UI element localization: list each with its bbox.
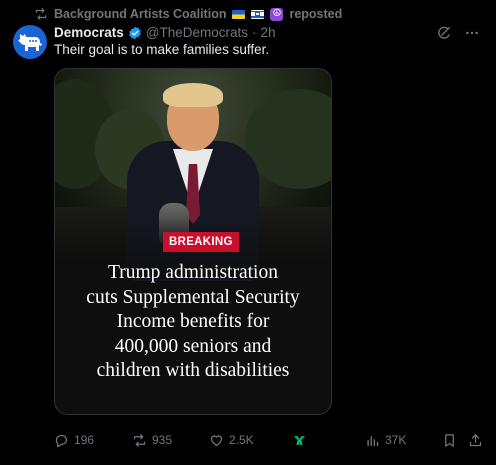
bookmark-icon <box>445 433 454 447</box>
headline-line: children with disabilities <box>96 360 290 381</box>
like-count: 2.5K <box>229 433 254 447</box>
grok-analyze-button[interactable] <box>292 433 307 448</box>
repost-indicator[interactable]: Background Artists Coalition ☮ reposted <box>34 6 342 22</box>
repost-icon <box>133 433 146 447</box>
post-header: Democrats @TheDemocrats · 2h <box>54 25 276 40</box>
handle[interactable]: @TheDemocrats <box>146 25 248 40</box>
headline-line: Trump administration <box>108 262 278 283</box>
grok-icon[interactable] <box>436 25 452 41</box>
repost-count: 935 <box>152 433 173 447</box>
headline-line: 400,000 seniors and <box>114 335 272 357</box>
share-icon <box>469 433 482 446</box>
reposter-name[interactable]: Background Artists Coalition <box>54 7 226 21</box>
heart-icon <box>210 434 223 446</box>
reply-count: 196 <box>74 433 95 447</box>
breaking-badge: BREAKING <box>163 232 239 252</box>
repost-label: reposted <box>289 7 343 21</box>
grok-sparkle-icon <box>293 435 306 445</box>
donkey-logo-icon <box>18 34 42 51</box>
peace-icon: ☮ <box>270 7 284 21</box>
views-button[interactable]: 37K <box>365 433 406 448</box>
share-button[interactable] <box>468 433 483 448</box>
reply-icon <box>55 434 68 447</box>
repost-icon <box>35 8 47 20</box>
bookmark-button[interactable] <box>442 433 457 448</box>
more-options-icon[interactable] <box>464 25 480 41</box>
action-bar: 196 935 2.5K 37K <box>54 430 482 450</box>
headline-line: cuts Supplemental Security <box>86 286 300 308</box>
verified-badge-icon <box>128 26 141 39</box>
separator: · <box>252 25 257 40</box>
israel-flag-icon <box>251 9 265 19</box>
post-text: Their goal is to make families suffer. <box>54 42 270 57</box>
timestamp[interactable]: 2h <box>261 25 276 40</box>
headline-line: Income benefits for <box>116 311 270 332</box>
ukraine-flag-icon <box>232 9 246 19</box>
display-name[interactable]: Democrats <box>54 25 124 40</box>
image-headline: Trump administration cuts Supplemental S… <box>55 261 331 384</box>
post-top-actions <box>436 25 480 41</box>
repost-button[interactable]: 935 <box>132 433 172 448</box>
avatar[interactable] <box>13 25 47 59</box>
post-image[interactable]: BREAKING Trump administration cuts Suppl… <box>54 68 332 415</box>
like-button[interactable]: 2.5K <box>209 433 254 448</box>
view-count: 37K <box>385 433 407 447</box>
reply-button[interactable]: 196 <box>54 433 94 448</box>
analytics-icon <box>367 435 379 446</box>
